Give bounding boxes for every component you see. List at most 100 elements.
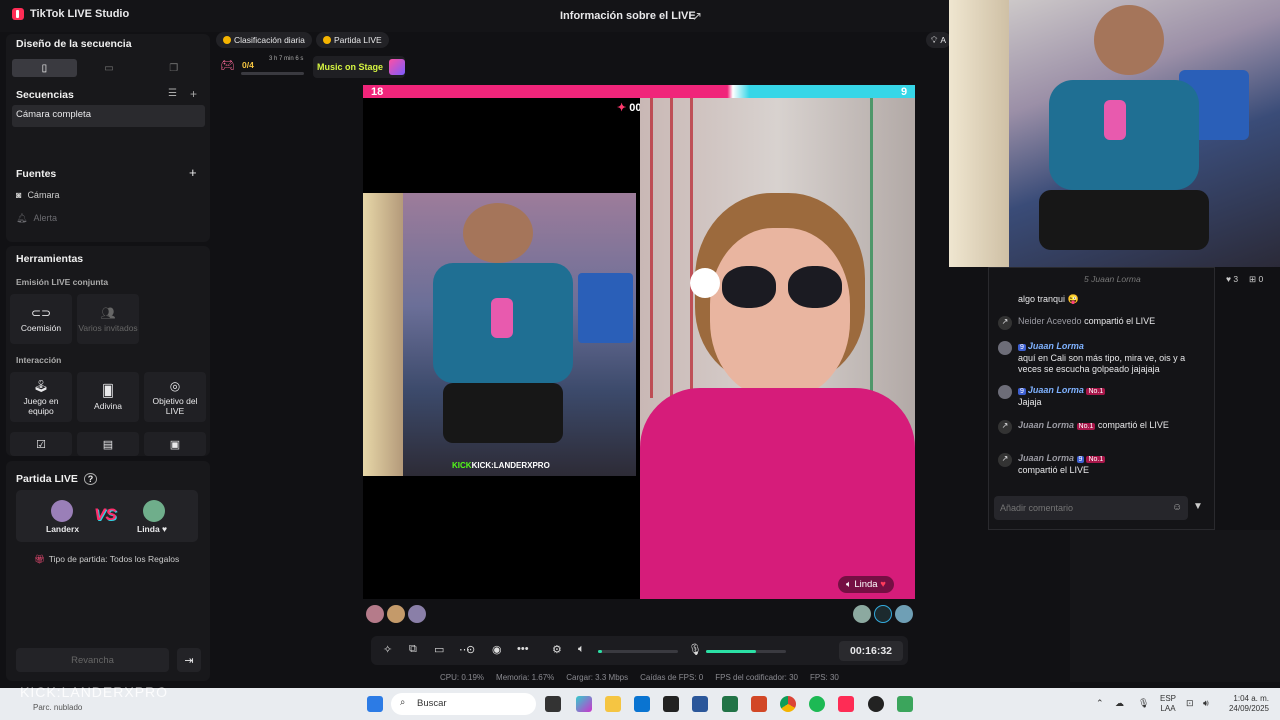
person-head bbox=[1094, 5, 1164, 75]
battle-icon: ✦ bbox=[617, 102, 627, 114]
music-on-stage[interactable]: Music on Stage bbox=[313, 56, 405, 78]
menu-dots-icon[interactable]: ••• bbox=[517, 643, 529, 655]
avatar[interactable] bbox=[998, 385, 1012, 399]
excel-icon[interactable] bbox=[722, 696, 738, 712]
copilot-icon[interactable] bbox=[576, 696, 592, 712]
volume-slider[interactable] bbox=[598, 650, 678, 653]
battle-chip[interactable]: Partida LIVE bbox=[316, 32, 389, 48]
guest-face bbox=[710, 228, 850, 398]
camera-flip-icon[interactable]: ◉ bbox=[492, 643, 502, 656]
tiktok-logo-icon bbox=[12, 8, 24, 20]
clock[interactable]: 1:04 a. m. 24/09/2025 bbox=[1225, 694, 1269, 714]
powerpoint-icon[interactable] bbox=[751, 696, 767, 712]
likes-count: 3 bbox=[1233, 274, 1239, 284]
mic-tray-icon[interactable]: 🎙︎ bbox=[1138, 698, 1149, 709]
portrait-icon[interactable]: ▯ bbox=[12, 59, 77, 77]
scenes-title: Secuencias bbox=[16, 89, 74, 101]
curtain-stripe bbox=[650, 98, 653, 398]
chat-name[interactable]: Juaan Lorma bbox=[1018, 453, 1074, 463]
interaction-label: Interacción bbox=[16, 355, 62, 365]
chat-name[interactable]: Juaan Lorma bbox=[1018, 420, 1074, 430]
guest-video bbox=[640, 98, 915, 599]
source-camera[interactable]: ◙ Cámara bbox=[16, 190, 59, 200]
live-goal-button[interactable]: ◎ Objetivo del LIVE bbox=[144, 372, 206, 422]
comment-input[interactable] bbox=[994, 496, 1188, 520]
list-icon[interactable]: ☰ bbox=[168, 88, 177, 99]
effects-icon[interactable]: ✧ bbox=[383, 643, 392, 656]
box-icon[interactable]: ▤ bbox=[77, 432, 139, 456]
add-source-icon[interactable]: + bbox=[189, 165, 197, 180]
avatar[interactable] bbox=[874, 605, 892, 623]
multi-guest-button[interactable]: 👥︎ Varios invitados bbox=[77, 294, 139, 344]
obs-icon[interactable] bbox=[663, 696, 679, 712]
settings-sliders-icon[interactable]: ⚙ bbox=[552, 643, 562, 656]
search-label: Buscar bbox=[417, 698, 447, 709]
exit-battle-icon[interactable]: ⇥ bbox=[177, 648, 201, 672]
avatar[interactable] bbox=[853, 605, 871, 623]
stat-encoder-fps: FPS del codificador: 30 bbox=[715, 673, 798, 682]
app-icon[interactable] bbox=[868, 696, 884, 712]
speaker-tray-icon[interactable]: 🔊︎ bbox=[1203, 698, 1209, 709]
filter-icon[interactable]: ▼ bbox=[1193, 501, 1203, 512]
record-icon[interactable]: ⊙ bbox=[466, 643, 475, 656]
host-supporters bbox=[366, 605, 426, 623]
guess-button[interactable]: 🂠 Adivina bbox=[77, 372, 139, 422]
tool-label: Juego en equipo bbox=[23, 395, 59, 416]
weather[interactable]: Parc. nublado bbox=[33, 703, 82, 712]
windows-start-icon[interactable] bbox=[367, 696, 383, 712]
gift-box-icon[interactable]: ▣ bbox=[144, 432, 206, 456]
stat-cpu: CPU: 0.19% bbox=[440, 673, 485, 682]
curtain-stripe bbox=[690, 98, 693, 398]
stat-memory: Memoria: 1.67% bbox=[496, 673, 555, 682]
share-icon[interactable]: ↗ bbox=[692, 9, 702, 23]
tray-chevron-icon[interactable]: ⌃ bbox=[1096, 698, 1104, 709]
gamepad-icon: 🎮︎ bbox=[220, 58, 236, 72]
spotify-icon[interactable] bbox=[809, 696, 825, 712]
avatar bbox=[143, 500, 165, 522]
host-video bbox=[363, 193, 636, 476]
store-icon[interactable] bbox=[634, 696, 650, 712]
volume-icon[interactable]: 🔈︎ bbox=[578, 643, 585, 656]
scene-item[interactable]: Cámara completa bbox=[12, 105, 205, 127]
add-scene-icon[interactable]: + bbox=[190, 87, 197, 101]
chat-name[interactable]: Juaan Lorma bbox=[1028, 341, 1084, 351]
avatar[interactable] bbox=[998, 341, 1012, 355]
landscape-icon[interactable]: ▭ bbox=[77, 59, 142, 77]
live-info-title[interactable]: Información sobre el LIVE bbox=[560, 10, 696, 22]
help-icon[interactable]: ? bbox=[83, 473, 98, 485]
right-chip[interactable]: 💡︎ A bbox=[926, 32, 951, 48]
taskbar-search[interactable]: ⌕ Buscar bbox=[391, 693, 536, 715]
word-icon[interactable] bbox=[692, 696, 708, 712]
chrome-icon[interactable] bbox=[780, 696, 796, 712]
language-indicator[interactable]: ESP LAA bbox=[1160, 694, 1176, 714]
cohost-button[interactable]: ⊂⊃ Coemisión bbox=[10, 294, 72, 344]
avatar[interactable] bbox=[408, 605, 426, 623]
chat-name[interactable]: Juaan Lorma bbox=[1028, 385, 1084, 395]
layout-icon[interactable]: ⧉ bbox=[409, 643, 417, 656]
mic-icon[interactable]: 🎙︎ bbox=[688, 643, 702, 656]
rematch-button[interactable]: Revancha bbox=[16, 648, 169, 672]
team-game-button[interactable]: 🕹︎ Juego en equipo bbox=[10, 372, 72, 422]
tiktok-studio-icon[interactable] bbox=[838, 696, 854, 712]
task-view-icon[interactable] bbox=[545, 696, 561, 712]
avatar[interactable] bbox=[895, 605, 913, 623]
tray-icon[interactable]: ☁ bbox=[1115, 698, 1124, 709]
heart-icon: ♥ bbox=[880, 579, 886, 590]
screen-icon[interactable]: ▭ bbox=[434, 643, 444, 656]
music-label: Music on Stage bbox=[317, 62, 384, 72]
emoji-icon[interactable]: ☺ bbox=[1172, 502, 1182, 513]
dual-layout-icon[interactable]: ❐ bbox=[141, 59, 206, 77]
poll-icon[interactable]: ☑ bbox=[10, 432, 72, 456]
share-icon: ↗ bbox=[998, 316, 1012, 330]
network-icon[interactable]: ⊡ bbox=[1186, 698, 1194, 709]
microphone bbox=[1104, 100, 1126, 140]
daily-ranking-chip[interactable]: Clasificación diaria bbox=[216, 32, 312, 48]
avatar[interactable] bbox=[387, 605, 405, 623]
source-alert[interactable]: 🔔︎ Alerta bbox=[16, 213, 57, 224]
chat-action: compartió el LIVE bbox=[1018, 465, 1090, 475]
file-explorer-icon[interactable] bbox=[605, 696, 621, 712]
app-icon[interactable] bbox=[897, 696, 913, 712]
avatar[interactable] bbox=[366, 605, 384, 623]
clock-time: 1:04 a. m. bbox=[1233, 694, 1269, 703]
share-icon: ↗ bbox=[998, 453, 1012, 467]
